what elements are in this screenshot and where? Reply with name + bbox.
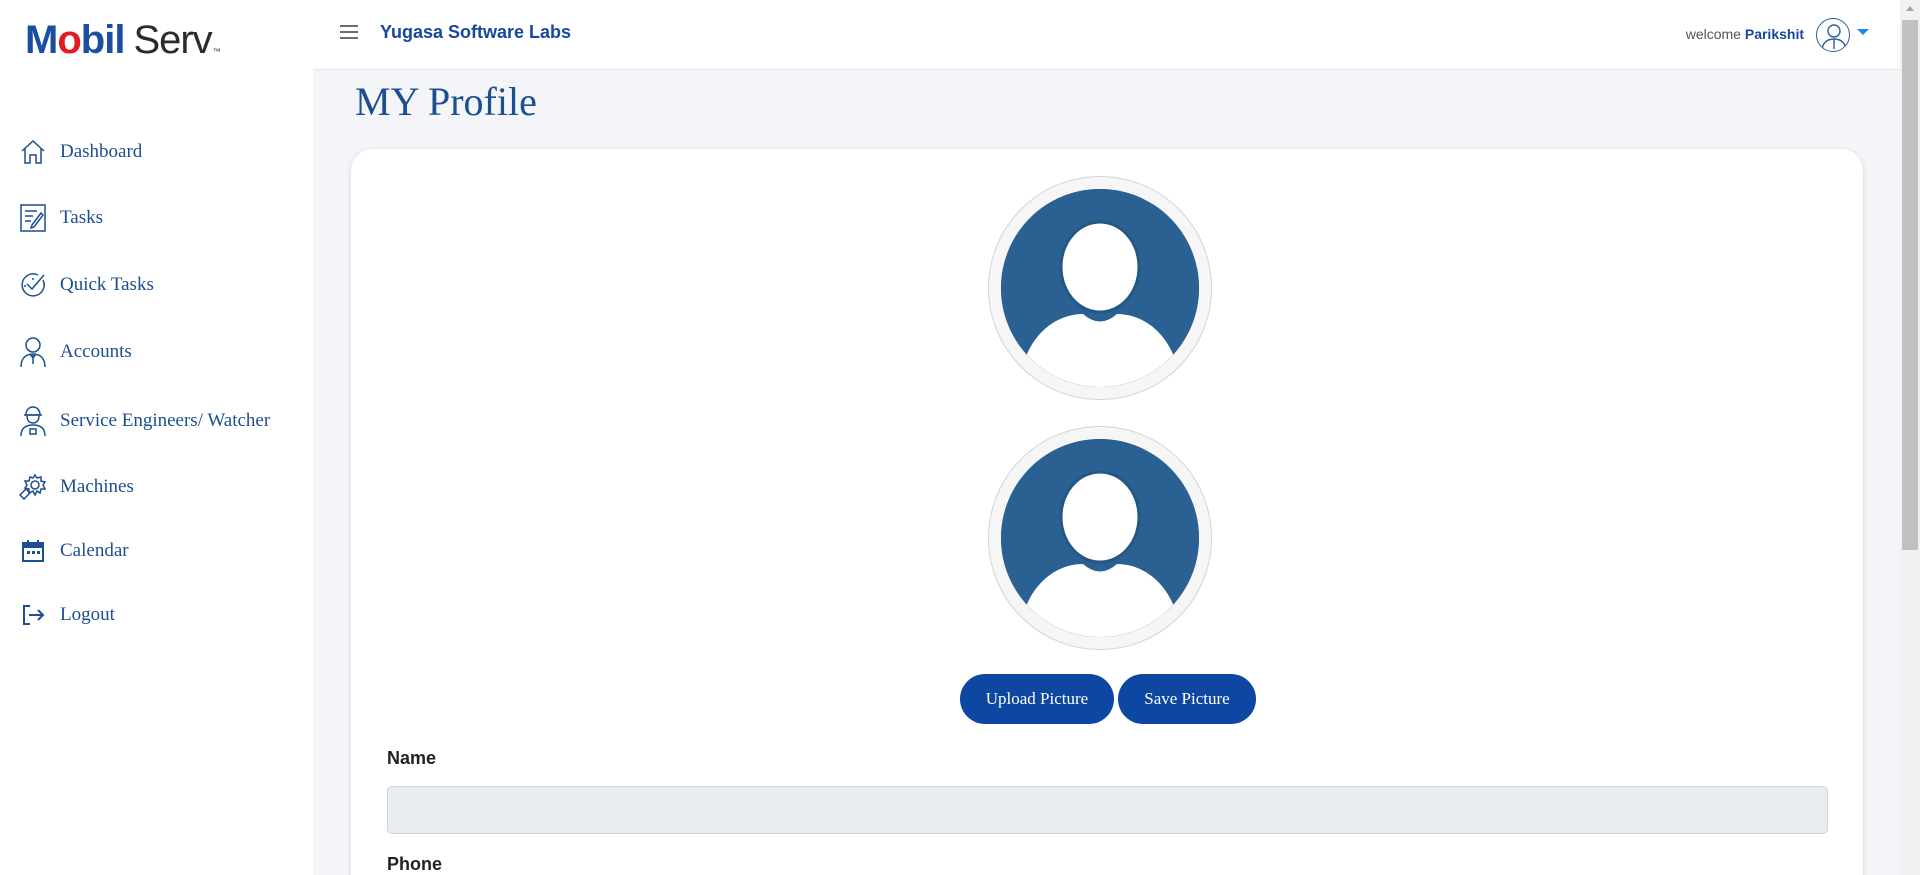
profile-picture-preview [988, 176, 1212, 400]
upload-picture-button[interactable]: Upload Picture [960, 674, 1114, 724]
user-name: Parikshit [1744, 26, 1804, 42]
quick-tasks-icon [18, 270, 48, 300]
profile-picture-current [988, 426, 1212, 650]
sidebar-item-label: Quick Tasks [60, 274, 154, 295]
sidebar-item-calendar[interactable]: Calendar [18, 533, 129, 569]
welcome-message: welcome Parikshit [1686, 26, 1804, 42]
sidebar-item-dashboard[interactable]: Dashboard [18, 134, 142, 170]
sidebar-item-machines[interactable]: Machines [18, 469, 134, 505]
name-field[interactable] [387, 786, 1828, 834]
sidebar-item-accounts[interactable]: Accounts [18, 334, 132, 370]
phone-label: Phone [387, 854, 443, 874]
machines-icon [18, 472, 48, 502]
scroll-up-arrow-icon[interactable] [1906, 6, 1914, 11]
welcome-prefix: welcome [1685, 26, 1741, 42]
name-label: Name [387, 748, 437, 768]
logo-text-o: o [57, 18, 81, 62]
home-icon [18, 137, 48, 167]
sidebar: Mo bil Serv ™ Dashboard Tasks Quick Tasks A… [0, 0, 313, 875]
page-scrollbar[interactable] [1900, 0, 1920, 875]
logo-text-serv: Serv [133, 18, 212, 62]
sidebar-item-label: Calendar [60, 540, 129, 561]
sidebar-item-service-engineers[interactable]: Service Engineers/ Watcher [18, 403, 270, 439]
sidebar-item-quick-tasks[interactable]: Quick Tasks [18, 267, 154, 303]
logout-icon [18, 600, 48, 630]
user-avatar-icon[interactable] [1816, 18, 1850, 52]
sidebar-item-label: Dashboard [60, 141, 143, 162]
engineer-icon [18, 406, 48, 437]
tasks-icon [18, 203, 48, 233]
logo-text-m: M [25, 18, 58, 62]
main-content: MY Profile Upload Picture Save Picture N… [313, 70, 1900, 875]
default-avatar-icon [1001, 439, 1199, 637]
logo-trademark: ™ [212, 47, 221, 56]
top-header: Yugasa Software Labs welcome Parikshit [313, 0, 1900, 70]
user-menu-caret-icon[interactable] [1857, 29, 1869, 35]
sidebar-item-label: Accounts [60, 341, 132, 362]
sidebar-item-label: Service Engineers/ Watcher [60, 410, 271, 431]
default-avatar-icon [1001, 189, 1199, 387]
sidebar-item-label: Tasks [60, 207, 104, 228]
sidebar-item-label: Machines [60, 476, 134, 497]
company-name: Yugasa Software Labs [380, 22, 572, 42]
logo-text-bil: bil [80, 18, 126, 62]
page-title: MY Profile [355, 79, 537, 124]
sidebar-item-label: Logout [60, 604, 115, 625]
menu-toggle-icon[interactable] [340, 25, 358, 41]
accounts-icon [18, 337, 48, 368]
calendar-icon [18, 536, 48, 566]
sidebar-item-tasks[interactable]: Tasks [18, 200, 103, 236]
mobil-serv-logo[interactable]: Mo bil Serv ™ [25, 20, 221, 60]
sidebar-item-logout[interactable]: Logout [18, 597, 115, 633]
scrollbar-thumb[interactable] [1902, 20, 1918, 550]
save-picture-button[interactable]: Save Picture [1118, 674, 1256, 724]
profile-card: Upload Picture Save Picture Name Phone [351, 149, 1863, 875]
